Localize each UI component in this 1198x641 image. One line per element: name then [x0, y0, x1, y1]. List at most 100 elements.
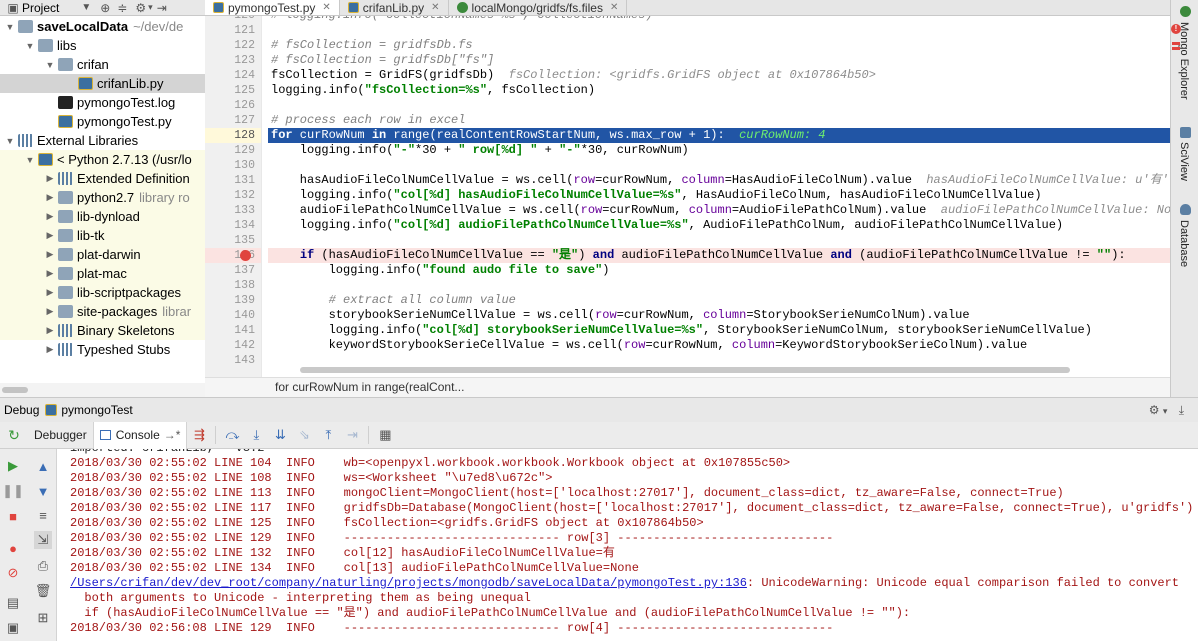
code-line[interactable]: logging.info("-"*30 + " row[%d] " + "-"*… — [268, 143, 1170, 158]
console-output[interactable]: imported: crifanLib, v3.22018/03/30 02:5… — [58, 449, 1198, 641]
line-number[interactable]: 121 — [205, 23, 255, 38]
error-indicator-icon[interactable]: ! — [1171, 24, 1181, 34]
gear-icon[interactable]: ⚙ — [135, 1, 146, 15]
tree-item[interactable]: ▶ plat-mac — [0, 264, 205, 283]
project-view-selector[interactable]: Project — [22, 1, 59, 15]
code-line[interactable]: logging.info("col[%d] hasAudioFileColNum… — [268, 188, 1170, 203]
expand-arrow-icon[interactable]: ▼ — [24, 41, 36, 51]
line-number-gutter[interactable]: 1201211221231241251261271281291301311321… — [205, 16, 261, 377]
database-tool[interactable]: Database — [1178, 220, 1190, 267]
console-icon[interactable]: ▣ — [4, 619, 22, 637]
tree-item[interactable]: pymongoTest.log — [0, 93, 205, 112]
code-line[interactable]: logging.info("found audo file to save") — [268, 263, 1170, 278]
tree-item[interactable]: ▶ Extended Definition — [0, 169, 205, 188]
line-number[interactable]: 122 — [205, 38, 255, 53]
tree-item[interactable]: ▶ lib-scriptpackages — [0, 283, 205, 302]
line-number[interactable]: 142 — [205, 338, 255, 353]
expand-arrow-icon[interactable]: ▼ — [24, 155, 36, 165]
project-tree-scrollbar[interactable] — [0, 383, 205, 397]
hide-pane-icon[interactable]: ⇥ — [157, 1, 167, 15]
expand-arrow-icon[interactable]: ▼ — [4, 136, 16, 146]
collapse-arrow-icon[interactable]: ▶ — [44, 211, 56, 222]
mute-breakpoints-icon[interactable]: ⊘ — [4, 564, 22, 582]
scroll-down-icon[interactable]: ▼ — [34, 482, 52, 500]
evaluate-expression-icon[interactable]: ▦ — [373, 425, 397, 445]
console-line[interactable]: /Users/crifan/dev/dev_root/company/natur… — [70, 576, 1179, 591]
step-into-icon[interactable]: ⤓ — [244, 425, 268, 445]
tree-item[interactable]: ▼ < Python 2.7.13 (/usr/lo — [0, 150, 205, 169]
collapse-arrow-icon[interactable]: ▶ — [44, 306, 56, 317]
line-number[interactable]: 133 — [205, 203, 255, 218]
collapse-arrow-icon[interactable]: ▶ — [44, 287, 56, 298]
code-line[interactable]: keywordStorybookSerieCellValue = ws.cell… — [268, 338, 1170, 353]
editor-tab[interactable]: pymongoTest.py ✕ — [205, 0, 340, 15]
tree-item[interactable]: ▶ Typeshed Stubs — [0, 340, 205, 359]
layout-icon[interactable]: ▤ — [4, 594, 22, 612]
close-icon[interactable]: ✕ — [322, 2, 330, 13]
breakpoint-icon[interactable] — [240, 250, 251, 261]
collapse-arrow-icon[interactable]: ▶ — [44, 344, 56, 355]
step-over-icon[interactable]: ⤼ — [220, 425, 244, 445]
code-line[interactable]: hasAudioFileColNumCellValue = ws.cell(ro… — [268, 173, 1170, 188]
tree-item[interactable]: ▶ site-packages librar — [0, 302, 205, 321]
code-line[interactable] — [268, 278, 1170, 293]
line-number[interactable]: 137 — [205, 263, 255, 278]
line-number[interactable]: 125 — [205, 83, 255, 98]
code-line[interactable] — [268, 23, 1170, 38]
step-out-icon[interactable]: ⤒ — [316, 425, 340, 445]
gear-dropdown-icon[interactable]: ▾ — [148, 2, 153, 13]
hide-window-icon[interactable]: ⤓ — [1179, 403, 1184, 417]
tree-item[interactable]: ▶ lib-dynload — [0, 207, 205, 226]
line-number[interactable]: 124 — [205, 68, 255, 83]
view-breakpoints-icon[interactable]: ● — [4, 539, 22, 557]
code-line[interactable]: # fsCollection = gridfsDb.fs — [268, 38, 1170, 53]
expand-arrow-icon[interactable]: ▼ — [44, 60, 56, 70]
console-settings-icon[interactable]: ⊞ — [34, 609, 52, 627]
step-into-my-code-icon[interactable]: ⇊ — [268, 425, 292, 445]
tree-item[interactable]: ▼ crifan — [0, 55, 205, 74]
tree-item[interactable]: ▶ lib-tk — [0, 226, 205, 245]
collapse-arrow-icon[interactable]: ▶ — [44, 249, 56, 260]
sciview-tool[interactable]: SciView — [1178, 142, 1190, 181]
breakpoint-line[interactable]: if (hasAudioFileColNumCellValue == "是") … — [268, 248, 1170, 263]
editor-breadcrumb[interactable]: for curRowNum in range(realCont... — [205, 377, 1170, 397]
code-line[interactable]: logging.info("col[%d] storybookSerieNumC… — [268, 323, 1170, 338]
collapse-arrow-icon[interactable]: ▶ — [44, 173, 56, 184]
line-number[interactable]: 135 — [205, 233, 255, 248]
line-number[interactable]: 129 — [205, 143, 255, 158]
collapse-arrow-icon[interactable]: ▶ — [44, 325, 56, 336]
code-line[interactable]: # logging.info("collectionNames=%s", col… — [268, 16, 1170, 23]
gear-dropdown-icon[interactable]: ▾ — [1163, 406, 1168, 416]
line-number[interactable]: 132 — [205, 188, 255, 203]
tree-item[interactable]: ▶ python2.7 library ro — [0, 188, 205, 207]
pause-icon[interactable]: ❚❚ — [2, 482, 24, 500]
collapse-arrow-icon[interactable]: ▶ — [44, 192, 56, 203]
close-icon[interactable]: ✕ — [610, 2, 618, 13]
code-line[interactable]: # fsCollection = gridfsDb["fs"] — [268, 53, 1170, 68]
line-number[interactable]: 139 — [205, 293, 255, 308]
code-line[interactable]: # extract all column value — [268, 293, 1170, 308]
code-line[interactable]: storybookSerieNumCellValue = ws.cell(row… — [268, 308, 1170, 323]
code-line[interactable] — [268, 98, 1170, 113]
code-line[interactable]: logging.info("col[%d] audioFilePathColNu… — [268, 218, 1170, 233]
line-number[interactable]: 143 — [205, 353, 255, 368]
line-number[interactable]: 130 — [205, 158, 255, 173]
soft-wrap-icon[interactable]: ≡ — [34, 506, 52, 524]
line-number[interactable]: 134 — [205, 218, 255, 233]
rerun-icon[interactable]: ↻ — [0, 427, 28, 444]
run-to-cursor-icon[interactable]: ⇥ — [340, 425, 364, 445]
code-editor[interactable]: # logging.info("collectionNames=%s", col… — [268, 16, 1170, 377]
code-line[interactable] — [268, 158, 1170, 173]
scroll-up-icon[interactable]: ▲ — [34, 457, 52, 475]
expand-arrow-icon[interactable]: ▼ — [4, 22, 16, 32]
editor-tab[interactable]: crifanLib.py ✕ — [340, 0, 449, 15]
code-line[interactable]: logging.info("fsCollection=%s", fsCollec… — [268, 83, 1170, 98]
tree-item[interactable]: ▼ External Libraries — [0, 131, 205, 150]
dropdown-arrow-icon[interactable]: ▼ — [81, 2, 91, 13]
code-line[interactable]: audioFilePathColNumCellValue = ws.cell(r… — [268, 203, 1170, 218]
error-stripe-mark[interactable] — [1172, 47, 1180, 50]
tree-item[interactable]: ▶ plat-darwin — [0, 245, 205, 264]
tree-item[interactable]: crifanLib.py — [0, 74, 205, 93]
collapse-arrow-icon[interactable]: ▶ — [44, 230, 56, 241]
tree-item[interactable]: ▶ Binary Skeletons — [0, 321, 205, 340]
